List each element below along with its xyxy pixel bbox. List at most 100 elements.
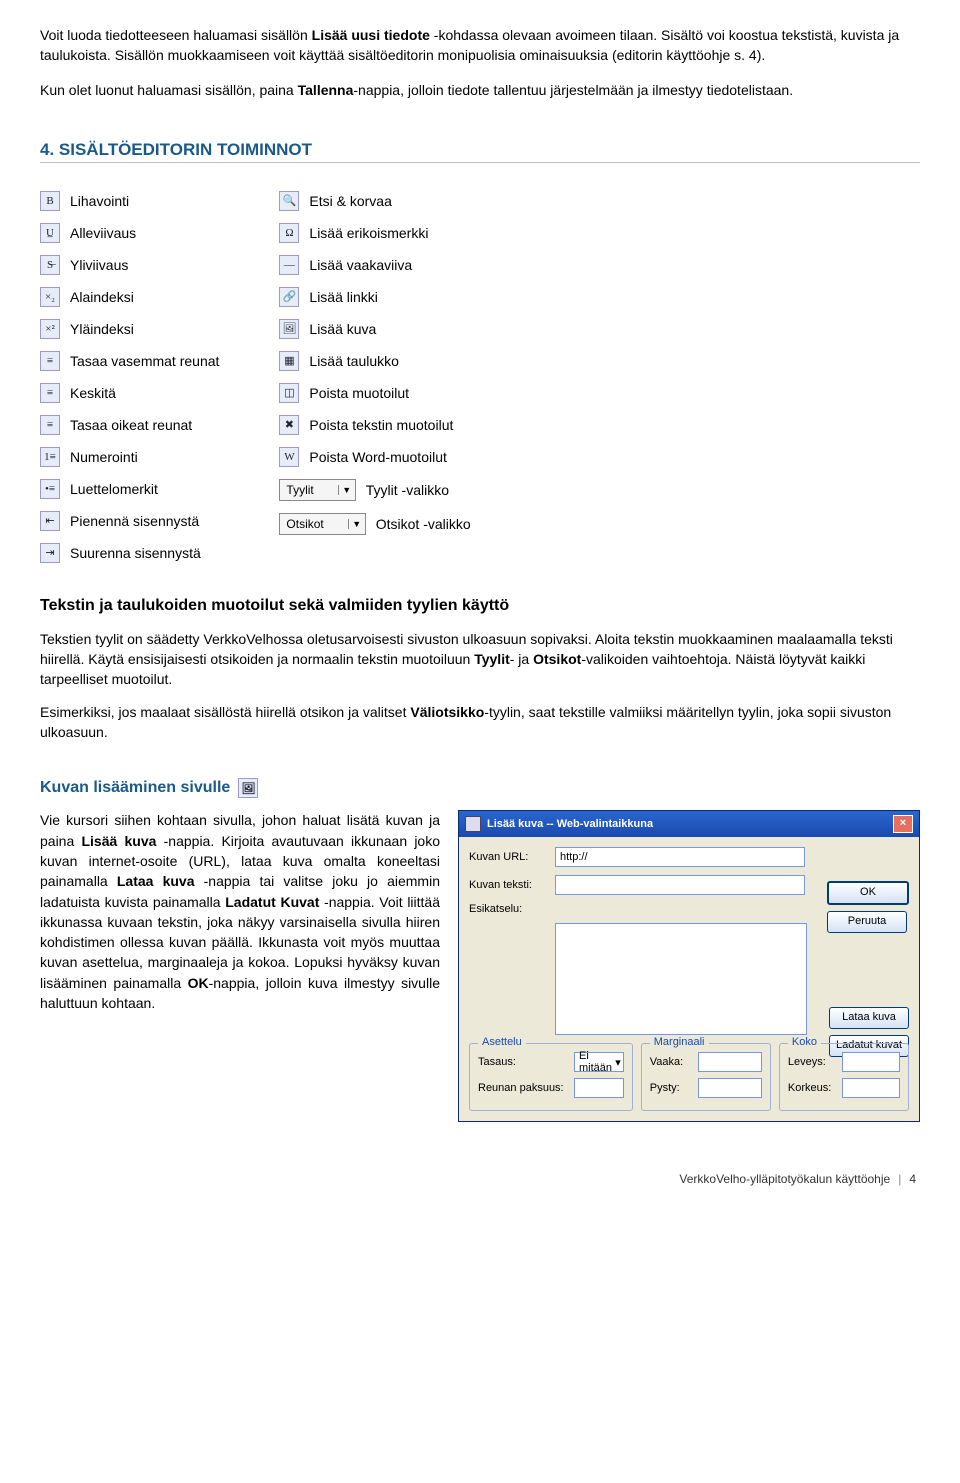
editor-function-label: Etsi & korvaa bbox=[309, 193, 391, 209]
special-char-icon[interactable]: Ω bbox=[279, 223, 299, 243]
hmargin-label: Vaaka: bbox=[650, 1056, 694, 1068]
superscript-icon[interactable]: ×² bbox=[40, 319, 60, 339]
vmargin-input[interactable] bbox=[698, 1078, 762, 1098]
border-label: Reunan paksuus: bbox=[478, 1082, 570, 1094]
hmargin-input[interactable] bbox=[698, 1052, 762, 1072]
editor-function-row: ×₂ Alaindeksi bbox=[40, 287, 219, 307]
decrease-indent-icon[interactable]: ⇤ bbox=[40, 511, 60, 531]
styling-paragraph-2: Esimerkiksi, jos maalaat sisällöstä hiir… bbox=[40, 702, 920, 743]
table-icon[interactable]: ▦ bbox=[279, 351, 299, 371]
height-label: Korkeus: bbox=[788, 1082, 838, 1094]
align-right-icon[interactable]: ≡ bbox=[40, 415, 60, 435]
align-center-icon[interactable]: ≡ bbox=[40, 383, 60, 403]
editor-function-label: Alaindeksi bbox=[70, 289, 134, 305]
editor-function-row: 🖼Lisää kuva bbox=[279, 319, 470, 339]
add-image-paragraph: Vie kursori siihen kohtaan sivulla, joho… bbox=[40, 810, 440, 1013]
editor-function-row: U̲ Alleviivaus bbox=[40, 223, 219, 243]
text-styling-title: Tekstin ja taulukoiden muotoilut sekä va… bbox=[40, 597, 920, 615]
image-icon[interactable]: 🖼 bbox=[279, 319, 299, 339]
ok-button[interactable]: OK bbox=[827, 881, 909, 905]
styles-select[interactable]: Tyylit▼ bbox=[279, 479, 355, 501]
section-4-title: 4. SISÄLTÖEDITORIN TOIMINNOT bbox=[40, 140, 920, 163]
height-input[interactable] bbox=[842, 1078, 900, 1098]
clear-word-format-icon[interactable]: W bbox=[279, 447, 299, 467]
editor-function-label: Lisää linkki bbox=[309, 289, 377, 305]
editor-function-row: ×² Yläindeksi bbox=[40, 319, 219, 339]
editor-function-label: Luettelomerkit bbox=[70, 481, 158, 497]
intro-paragraph-2: Kun olet luonut haluamasi sisällön, pain… bbox=[40, 80, 920, 100]
preview-area bbox=[555, 923, 807, 1035]
page-footer: VerkkoVelho-ylläpitotyökalun käyttöohje|… bbox=[40, 1172, 920, 1186]
insert-image-dialog: Lisää kuva -- Web-valintaikkuna × Kuvan … bbox=[458, 810, 920, 1122]
editor-function-row: Ω Lisää erikoismerkki bbox=[279, 223, 470, 243]
dialog-app-icon bbox=[465, 816, 481, 832]
vmargin-label: Pysty: bbox=[650, 1082, 694, 1094]
editor-function-row: S̶ Yliviivaus bbox=[40, 255, 219, 275]
editor-function-label: Poista muotoilut bbox=[309, 385, 409, 401]
editor-function-label: Otsikot -valikko bbox=[376, 516, 471, 532]
clear-format-icon[interactable]: ◫ bbox=[279, 383, 299, 403]
load-image-button[interactable]: Lataa kuva bbox=[829, 1007, 909, 1029]
editor-function-label: Tyylit -valikko bbox=[366, 482, 449, 498]
layout-legend: Asettelu bbox=[478, 1036, 526, 1048]
editor-function-row: B Lihavointi bbox=[40, 191, 219, 211]
editor-function-row: 1≡ Numerointi bbox=[40, 447, 219, 467]
editor-function-label: Yliviivaus bbox=[70, 257, 128, 273]
underline-icon[interactable]: U̲ bbox=[40, 223, 60, 243]
editor-function-label: Poista Word-muotoilut bbox=[309, 449, 446, 465]
editor-function-label: Tasaa oikeat reunat bbox=[70, 417, 192, 433]
subscript-icon[interactable]: ×₂ bbox=[40, 287, 60, 307]
editor-function-row: ≡ Keskitä bbox=[40, 383, 219, 403]
increase-indent-icon[interactable]: ⇥ bbox=[40, 543, 60, 563]
editor-function-row: ≡ Tasaa vasemmat reunat bbox=[40, 351, 219, 371]
bold-icon[interactable]: B bbox=[40, 191, 60, 211]
border-input[interactable] bbox=[574, 1078, 624, 1098]
size-legend: Koko bbox=[788, 1036, 821, 1048]
close-icon[interactable]: × bbox=[893, 815, 913, 833]
editor-function-label: Numerointi bbox=[70, 449, 138, 465]
editor-function-row: ⇥ Suurenna sisennystä bbox=[40, 543, 219, 563]
chevron-down-icon: ▾ bbox=[615, 1056, 621, 1069]
width-input[interactable] bbox=[842, 1052, 900, 1072]
editor-function-row: ⇤ Pienennä sisennystä bbox=[40, 511, 219, 531]
editor-function-label: Lihavointi bbox=[70, 193, 129, 209]
editor-function-label: Pienennä sisennystä bbox=[70, 513, 199, 529]
editor-function-label: Lisää erikoismerkki bbox=[309, 225, 428, 241]
editor-function-label: Alleviivaus bbox=[70, 225, 136, 241]
cancel-button[interactable]: Peruuta bbox=[827, 911, 907, 933]
margin-legend: Marginaali bbox=[650, 1036, 709, 1048]
editor-function-label: Suurenna sisennystä bbox=[70, 545, 201, 561]
clear-text-format-icon[interactable]: ✖ bbox=[279, 415, 299, 435]
editor-function-label: Poista tekstin muotoilut bbox=[309, 417, 453, 433]
editor-function-row: 🔗 Lisää linkki bbox=[279, 287, 470, 307]
find-replace-icon[interactable]: 🔍 bbox=[279, 191, 299, 211]
editor-function-row: Otsikot▼ Otsikot -valikko bbox=[279, 513, 470, 535]
editor-function-label: Lisää taulukko bbox=[309, 353, 399, 369]
styling-paragraph-1: Tekstien tyylit on säädetty VerkkoVelhos… bbox=[40, 629, 920, 690]
editor-function-label: Lisää vaakaviiva bbox=[309, 257, 412, 273]
url-label: Kuvan URL: bbox=[469, 851, 549, 863]
editor-function-row: — Lisää vaakaviiva bbox=[279, 255, 470, 275]
editor-function-row: ✖ Poista tekstin muotoilut bbox=[279, 415, 470, 435]
preview-label: Esikatselu: bbox=[469, 903, 549, 915]
image-icon: 🖼 bbox=[238, 778, 258, 798]
headings-select[interactable]: Otsikot▼ bbox=[279, 513, 365, 535]
align-left-icon[interactable]: ≡ bbox=[40, 351, 60, 371]
editor-function-label: Keskitä bbox=[70, 385, 116, 401]
align-select[interactable]: Ei mitään▾ bbox=[574, 1052, 624, 1072]
editor-function-label: Yläindeksi bbox=[70, 321, 134, 337]
editor-function-label: Tasaa vasemmat reunat bbox=[70, 353, 219, 369]
editor-function-row: ≡ Tasaa oikeat reunat bbox=[40, 415, 219, 435]
horizontal-rule-icon[interactable]: — bbox=[279, 255, 299, 275]
numbered-list-icon[interactable]: 1≡ bbox=[40, 447, 60, 467]
editor-function-row: Tyylit▼ Tyylit -valikko bbox=[279, 479, 470, 501]
editor-function-row: W Poista Word-muotoilut bbox=[279, 447, 470, 467]
url-input[interactable]: http:// bbox=[555, 847, 805, 867]
dialog-titlebar: Lisää kuva -- Web-valintaikkuna × bbox=[459, 811, 919, 837]
bullet-list-icon[interactable]: •≡ bbox=[40, 479, 60, 499]
strikethrough-icon[interactable]: S̶ bbox=[40, 255, 60, 275]
editor-function-row: ▦ Lisää taulukko bbox=[279, 351, 470, 371]
align-label: Tasaus: bbox=[478, 1056, 570, 1068]
link-icon[interactable]: 🔗 bbox=[279, 287, 299, 307]
image-text-input[interactable] bbox=[555, 875, 805, 895]
